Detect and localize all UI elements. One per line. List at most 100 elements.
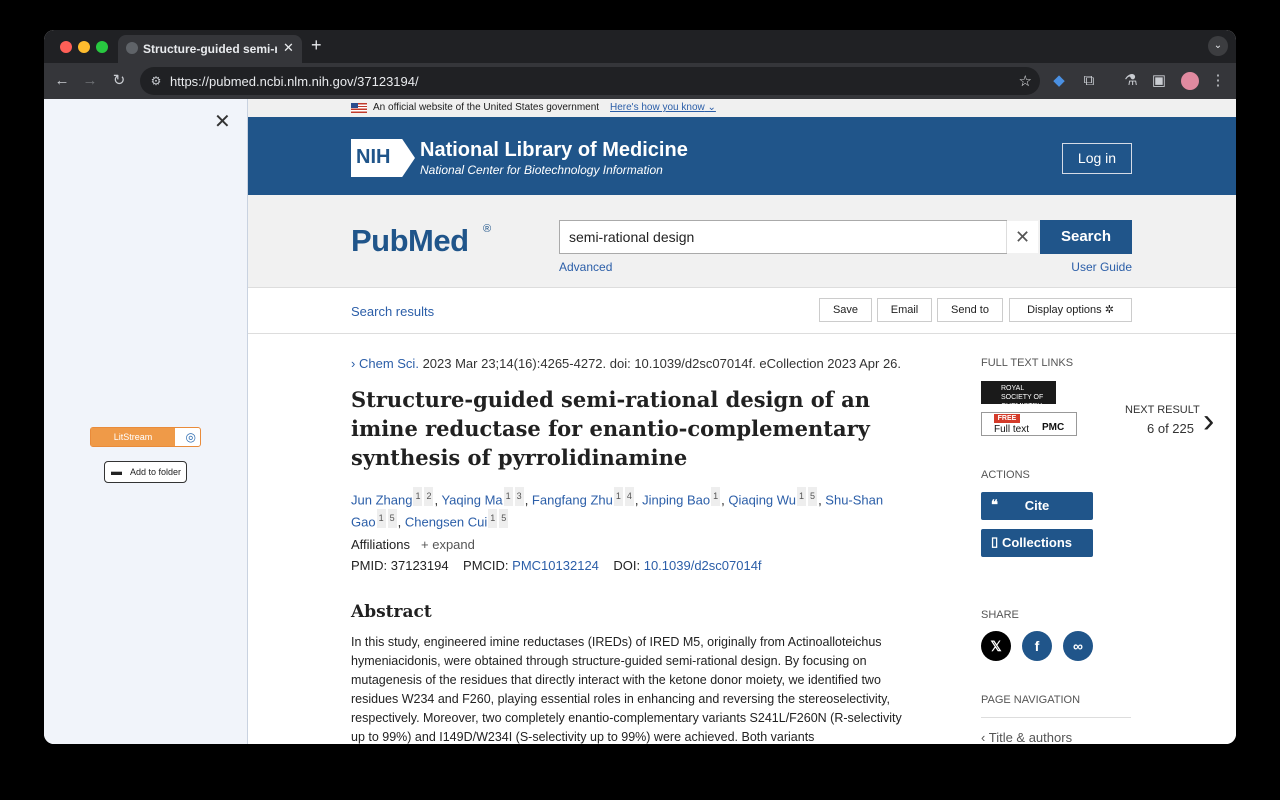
tab-favicon-icon	[126, 42, 138, 54]
affiliation-marker[interactable]: 5	[808, 487, 818, 506]
affiliation-marker[interactable]: 1	[711, 487, 721, 506]
pubmed-logo[interactable]: PubMed	[351, 223, 469, 259]
author-link[interactable]: Jinping Bao	[642, 492, 710, 507]
advanced-search-link[interactable]: Advanced	[559, 260, 612, 274]
add-to-folder-label: Add to folder	[130, 467, 182, 477]
back-icon[interactable]: ←	[51, 70, 73, 92]
doi-link[interactable]: 10.1039/d2sc07014f	[644, 558, 762, 573]
article-identifiers: PMID: 37123194 PMCID: PMC10132124 DOI: 1…	[351, 558, 762, 573]
pubmed-logo-registered: ®	[483, 223, 492, 235]
abstract-heading: Abstract	[351, 602, 432, 622]
divider	[981, 717, 1131, 718]
cite-button[interactable]: ❝ Cite	[981, 492, 1093, 520]
litstream-button[interactable]: LitStream ◎	[90, 427, 201, 447]
affiliation-marker[interactable]: 1	[797, 487, 807, 506]
affiliation-marker[interactable]: 1	[503, 487, 513, 506]
pmc-full-text-label: Full text	[994, 424, 1030, 435]
facebook-icon[interactable]: f	[1022, 631, 1052, 661]
menu-icon[interactable]: ⋮	[1207, 70, 1229, 92]
next-result-count: 6 of 225	[1147, 421, 1194, 436]
labs-icon[interactable]: ⚗	[1120, 70, 1142, 92]
collections-button[interactable]: ▯ Collections	[981, 529, 1093, 557]
extension-icon[interactable]: ◆	[1048, 70, 1070, 92]
nlm-title[interactable]: National Library of Medicine	[420, 139, 688, 162]
gov-banner-text: An official website of the United States…	[373, 102, 600, 113]
author-link[interactable]: Chengsen Cui	[405, 515, 487, 530]
forward-icon[interactable]: →	[79, 70, 101, 92]
zoom-window-button[interactable]	[96, 41, 108, 53]
page-navigation-heading: PAGE NAVIGATION	[981, 694, 1081, 706]
minimize-window-button[interactable]	[78, 41, 90, 53]
search-results-link[interactable]: Search results	[351, 304, 434, 319]
author-link[interactable]: Qiaqing Wu	[728, 492, 796, 507]
chevron-left-icon: ‹	[981, 730, 986, 744]
link-icon[interactable]: ∞	[1063, 631, 1093, 661]
star-icon[interactable]: ☆	[1019, 72, 1032, 90]
nih-logo[interactable]: NIH	[351, 139, 415, 177]
pmc-free-badge: FREE	[994, 414, 1020, 423]
plus-icon: +	[421, 537, 429, 552]
citation-line: › Chem Sci. 2023 Mar 23;14(16):4265-4272…	[351, 356, 901, 371]
reload-icon[interactable]: ↻	[108, 70, 130, 92]
citation-text: 2023 Mar 23;14(16):4265-4272. doi: 10.10…	[422, 356, 902, 371]
pmcid-link[interactable]: PMC10132124	[512, 558, 599, 573]
affiliation-marker[interactable]: 1	[413, 487, 423, 506]
actions-heading: ACTIONS	[981, 469, 1030, 481]
nih-logo-text: NIH	[356, 146, 391, 168]
litstream-swirl-icon: ◎	[185, 430, 196, 444]
affiliation-marker[interactable]: 1	[376, 509, 386, 529]
url-text[interactable]: https://pubmed.ncbi.nlm.nih.gov/37123194…	[170, 74, 419, 89]
puzzle-icon[interactable]: ⧉	[1078, 70, 1100, 92]
pubmed-page: An official website of the United States…	[248, 99, 1236, 744]
author-link[interactable]: Jun Zhang	[351, 492, 412, 507]
affiliation-marker[interactable]: 1	[488, 509, 498, 529]
journal-link[interactable]: Chem Sci.	[359, 356, 419, 371]
affiliation-marker[interactable]: 1	[613, 487, 623, 506]
site-info-icon[interactable]: ⚙	[148, 73, 164, 89]
nlm-subtitle: National Center for Biotechnology Inform…	[420, 163, 663, 177]
pmid-value: 37123194	[390, 558, 449, 573]
new-tab-button[interactable]: +	[311, 35, 322, 56]
email-button[interactable]: Email	[877, 298, 932, 322]
affiliation-marker[interactable]: 5	[387, 509, 397, 529]
affiliation-marker[interactable]: 4	[624, 487, 634, 506]
chevron-right-icon[interactable]: ›	[351, 356, 355, 371]
tab-strip: Structure-guided semi-rational design ✕ …	[44, 30, 1236, 63]
next-result-label[interactable]: NEXT RESULT	[1125, 404, 1200, 416]
browser-window: Structure-guided semi-rational design ✕ …	[44, 30, 1236, 744]
folder-plus-icon: ▬	[111, 466, 122, 478]
us-flag-icon	[351, 103, 367, 113]
save-button[interactable]: Save	[819, 298, 872, 322]
affiliation-marker[interactable]: 5	[499, 509, 509, 529]
add-to-folder-button[interactable]: ▬ Add to folder	[104, 461, 187, 483]
close-icon[interactable]: ✕	[214, 109, 231, 134]
pmc-full-text-link[interactable]: FREE Full text PMC	[981, 412, 1077, 436]
tab-close-icon[interactable]: ✕	[283, 40, 294, 56]
pmc-logo: PMC	[1042, 422, 1065, 433]
right-sidebar: FULL TEXT LINKS ROYAL SOCIETY OF CHEMIST…	[981, 99, 1141, 744]
article-title: Structure-guided semi-rational design of…	[351, 387, 871, 470]
browser-tab[interactable]: Structure-guided semi-rational design ✕	[118, 35, 302, 63]
author-list: Jun Zhang 1 2, Yaqing Ma 1 3, Fangfang Zhu 1 4…	[351, 487, 911, 532]
profile-icon[interactable]	[1181, 72, 1199, 90]
author-link[interactable]: Yaqing Ma	[441, 492, 502, 507]
litstream-label: LitStream	[91, 428, 175, 446]
page-nav-title-authors[interactable]: ‹ Title & authors	[981, 730, 1072, 744]
affiliation-marker[interactable]: 3	[514, 487, 524, 506]
chevron-right-icon[interactable]: ›	[1203, 402, 1214, 441]
gov-banner-link[interactable]: Here's how you know ⌄	[610, 102, 716, 113]
affiliations-expand-button[interactable]: + expand	[421, 537, 475, 552]
search-input[interactable]	[559, 220, 1007, 254]
close-window-button[interactable]	[60, 41, 72, 53]
address-bar[interactable]: ⚙ https://pubmed.ncbi.nlm.nih.gov/371231…	[140, 67, 1040, 95]
full-text-links-heading: FULL TEXT LINKS	[981, 357, 1074, 369]
author-link[interactable]: Fangfang Zhu	[532, 492, 613, 507]
rsc-full-text-link[interactable]: ROYAL SOCIETY OF CHEMISTRY	[981, 381, 1056, 410]
affiliations-label: Affiliations	[351, 537, 411, 552]
tab-search-icon[interactable]: ⌄	[1208, 36, 1228, 56]
extension-sidebar: ✕ LitStream ◎ ▬ Add to folder	[44, 99, 248, 744]
sidepanel-icon[interactable]: ▣	[1148, 70, 1170, 92]
x-twitter-icon[interactable]: 𝕏	[981, 631, 1011, 661]
affiliation-marker[interactable]: 2	[424, 487, 434, 506]
share-heading: SHARE	[981, 609, 1019, 621]
